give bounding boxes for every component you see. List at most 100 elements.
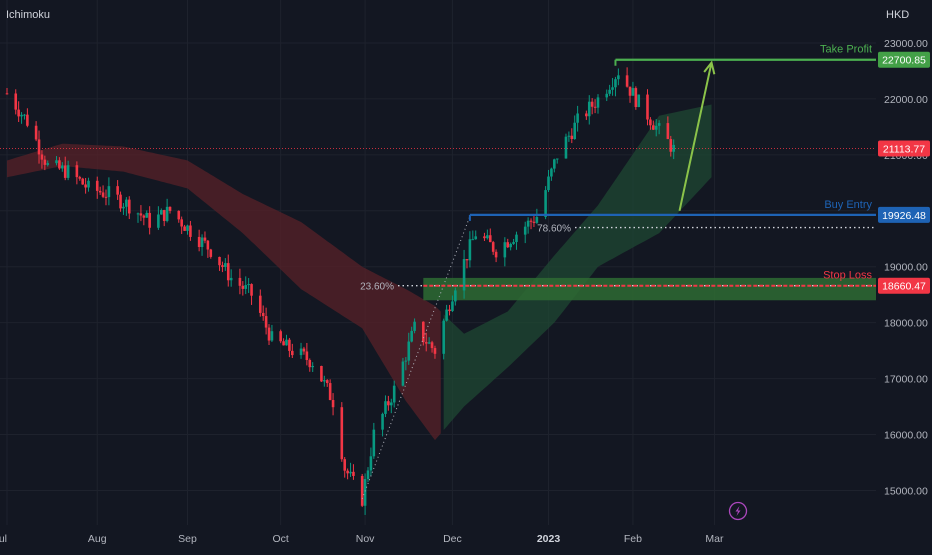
- candle-body: [590, 101, 594, 107]
- candle-body: [570, 135, 574, 139]
- candle-body: [424, 342, 428, 344]
- candle-body: [261, 312, 265, 317]
- price-chart[interactable]: 23.60% 78.60% Take Profit Buy Entry Stop Los…: [0, 0, 932, 550]
- candle-body: [125, 199, 128, 207]
- candle-body: [503, 242, 507, 258]
- candle-body: [267, 327, 271, 341]
- candle-body: [119, 194, 122, 209]
- candle-body: [529, 220, 533, 222]
- candle-body: [631, 88, 635, 96]
- candle-body: [422, 321, 425, 343]
- candle-body: [162, 210, 166, 222]
- candle-body: [535, 217, 539, 223]
- candle-body: [404, 360, 408, 362]
- indicator-label[interactable]: Ichimoku: [6, 9, 50, 21]
- candle-body: [372, 429, 376, 457]
- candle-body: [43, 159, 47, 165]
- candle-body: [148, 212, 151, 228]
- candle-body: [66, 165, 70, 178]
- candle-body: [139, 213, 143, 216]
- candle-body: [26, 114, 29, 126]
- candle-body: [637, 94, 641, 108]
- take-profit-label: Take Profit: [820, 44, 872, 56]
- price-tick-label: 15000.00: [884, 485, 928, 497]
- candle-body: [203, 237, 207, 241]
- candle-body: [389, 402, 393, 406]
- candle-body: [381, 413, 384, 430]
- candle-body: [104, 196, 108, 198]
- candle-body: [410, 330, 413, 342]
- stop-loss-label: Stop Loss: [823, 270, 872, 282]
- candle-body: [509, 243, 512, 248]
- candle-body: [657, 123, 661, 126]
- candle-body: [366, 470, 370, 479]
- candle-body: [98, 190, 102, 193]
- candle-body: [506, 242, 510, 248]
- candle-body: [614, 79, 617, 88]
- time-axis[interactable]: ul Aug Sep Oct Nov Dec 2023 Feb Mar: [0, 533, 724, 545]
- time-tick-label: Mar: [705, 533, 724, 545]
- candle-body: [258, 295, 262, 313]
- lightning-icon[interactable]: [728, 501, 748, 521]
- candle-body: [244, 285, 248, 289]
- candle-body: [628, 86, 632, 96]
- candle-body: [669, 139, 673, 152]
- candle-body: [221, 265, 224, 267]
- candle-body: [363, 478, 367, 506]
- candle-body: [46, 163, 50, 165]
- candle-body: [107, 186, 111, 198]
- candle-body: [23, 114, 26, 116]
- candle-body: [308, 359, 312, 368]
- candle-body: [282, 341, 285, 346]
- candle-body: [349, 471, 352, 474]
- bullish-cloud: [443, 104, 712, 430]
- candle-body: [127, 199, 131, 214]
- candle-body: [352, 471, 355, 476]
- price-tick-label: 18000.00: [884, 318, 928, 330]
- candle-body: [229, 277, 233, 281]
- candle-body: [474, 236, 478, 240]
- candle-body: [200, 237, 204, 248]
- candle-body: [299, 348, 303, 356]
- candle-body: [593, 106, 597, 108]
- candle-body: [369, 456, 373, 471]
- current-price-tag-text: 21113.77: [883, 143, 925, 155]
- candle-body: [238, 277, 242, 286]
- time-tick-label: 2023: [537, 533, 561, 545]
- candle-body: [34, 125, 38, 140]
- candle-body: [567, 135, 571, 137]
- candle-body: [340, 407, 344, 460]
- candle-body: [454, 290, 457, 302]
- candle-body: [646, 94, 649, 120]
- candle-body: [78, 177, 82, 179]
- candle-body: [526, 220, 530, 227]
- candle-body: [186, 225, 189, 231]
- candle-body: [218, 256, 221, 266]
- candle-body: [343, 459, 347, 471]
- candle-body: [427, 342, 431, 344]
- candle-body: [407, 341, 411, 361]
- time-tick-label: Aug: [88, 533, 107, 545]
- candle-body: [40, 154, 44, 160]
- candle-body: [413, 321, 416, 331]
- candle-body: [183, 226, 186, 231]
- candle-body: [445, 309, 448, 321]
- candle-body: [387, 401, 390, 406]
- candle-body: [75, 165, 79, 178]
- candle-body: [264, 316, 268, 328]
- candle-body: [451, 301, 454, 312]
- chart-canvas[interactable]: 23.60% 78.60% Take Profit Buy Entry Stop Los…: [0, 0, 932, 550]
- candle-body: [523, 226, 527, 235]
- candle-body: [320, 365, 323, 382]
- price-axis[interactable]: 23000.0022000.0021000.0020000.0019000.00…: [878, 38, 930, 497]
- candle-body: [617, 75, 620, 80]
- candle-body: [116, 186, 119, 195]
- candle-body: [346, 470, 349, 474]
- candle-body: [468, 239, 472, 261]
- candle-body: [302, 348, 306, 352]
- candle-body: [587, 101, 591, 117]
- candle-body: [608, 89, 611, 94]
- candle-body: [611, 87, 614, 90]
- candle-body: [63, 165, 67, 178]
- candle-body: [634, 88, 638, 108]
